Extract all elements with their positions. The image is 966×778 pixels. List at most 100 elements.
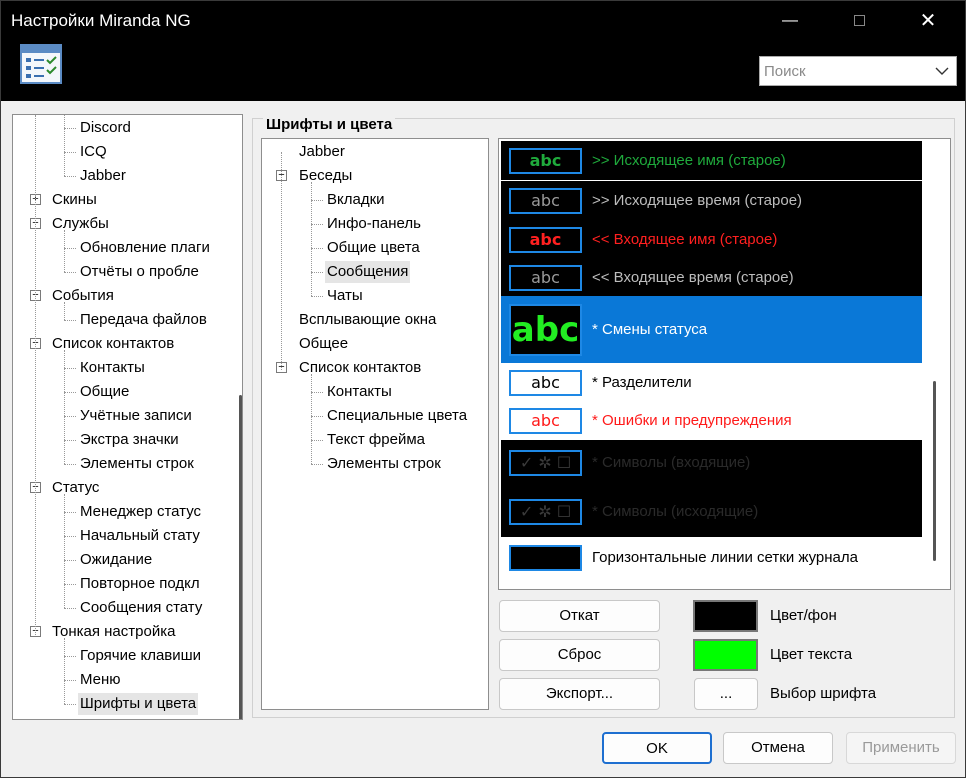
tree-connector bbox=[64, 560, 76, 561]
font-item-label: * Ошибки и предупреждения bbox=[592, 412, 792, 429]
tree-connector bbox=[64, 680, 76, 681]
tree-connector bbox=[311, 296, 323, 297]
font-sample: abc bbox=[509, 408, 582, 434]
font-category-item[interactable]: Общие цвета bbox=[325, 237, 422, 259]
tree-connector bbox=[311, 416, 323, 417]
tree-item[interactable]: ICQ bbox=[78, 141, 109, 163]
tree-item[interactable]: Ожидание bbox=[78, 549, 154, 571]
chevron-down-icon[interactable] bbox=[934, 63, 950, 79]
font-category-item[interactable]: Всплывающие окна bbox=[297, 309, 438, 331]
options-icon bbox=[20, 44, 62, 84]
font-category-item[interactable]: Беседы bbox=[297, 165, 354, 187]
font-list-item[interactable]: abc << Входящее время (старое) bbox=[501, 259, 922, 296]
background-color-swatch[interactable] bbox=[693, 600, 758, 632]
tree-item[interactable]: Начальный стату bbox=[78, 525, 202, 547]
font-sample: abc bbox=[509, 304, 582, 356]
tree-connector bbox=[311, 248, 323, 249]
tree-scrollbar[interactable] bbox=[239, 395, 242, 719]
font-sample: ✓ ✲ ☐ bbox=[509, 499, 582, 525]
tree-connector bbox=[64, 152, 76, 153]
font-list-item[interactable]: abc << Входящее имя (старое) bbox=[501, 220, 922, 259]
tree-item[interactable]: Обновление плаги bbox=[78, 237, 212, 259]
font-list-item[interactable]: ✓ ✲ ☐ * Символы (входящие) bbox=[501, 440, 922, 486]
tree-item[interactable]: Тонкая настройка bbox=[50, 621, 177, 643]
tree-connector bbox=[311, 440, 323, 441]
tree-item[interactable]: Отчёты о пробле bbox=[78, 261, 201, 283]
font-category-tree[interactable]: Jabber − Беседы Вкладки Инфо-панель Общие цве… bbox=[261, 138, 489, 710]
tree-connector bbox=[64, 464, 76, 465]
tree-item[interactable]: Передача файлов bbox=[78, 309, 209, 331]
tree-item[interactable]: Службы bbox=[50, 213, 111, 235]
close-button[interactable]: ✕ bbox=[905, 1, 951, 41]
tree-item[interactable]: Контакты bbox=[78, 357, 147, 379]
options-window: Настройки Miranda NG — ✕ Поиск Discord I… bbox=[0, 0, 966, 778]
reset-button[interactable]: Сброс bbox=[499, 639, 660, 671]
tree-connector bbox=[64, 638, 65, 704]
font-category-item[interactable]: Вкладки bbox=[325, 189, 387, 211]
font-category-item[interactable]: Общее bbox=[297, 333, 350, 355]
font-category-item[interactable]: Специальные цвета bbox=[325, 405, 469, 427]
font-list[interactable]: abc >> Исходящее имя (старое) abc >> Исходя… bbox=[498, 138, 951, 590]
background-color-label: Цвет/фон bbox=[770, 607, 837, 624]
tree-connector bbox=[64, 536, 76, 537]
font-list-scrollbar[interactable] bbox=[933, 381, 936, 561]
font-category-item[interactable]: Контакты bbox=[325, 381, 394, 403]
font-category-item[interactable]: Сообщения bbox=[325, 261, 411, 283]
font-sample bbox=[509, 545, 582, 571]
tree-item[interactable]: Сообщения стату bbox=[78, 597, 204, 619]
search-input[interactable]: Поиск bbox=[764, 63, 806, 80]
font-list-item[interactable]: abc * Ошибки и предупреждения bbox=[501, 401, 922, 440]
tree-item[interactable]: Скины bbox=[50, 189, 99, 211]
cancel-button[interactable]: Отмена bbox=[723, 732, 833, 764]
tree-item[interactable]: Повторное подкл bbox=[78, 573, 202, 595]
tree-item[interactable]: Менеджер статус bbox=[78, 501, 203, 523]
font-list-item[interactable]: abc >> Исходящее время (старое) bbox=[501, 181, 922, 220]
tree-connector bbox=[64, 128, 76, 129]
tree-item[interactable]: Меню bbox=[78, 669, 123, 691]
font-category-item[interactable]: Текст фрейма bbox=[325, 429, 427, 451]
maximize-button[interactable] bbox=[836, 1, 882, 41]
choose-font-button[interactable]: ... bbox=[694, 678, 758, 710]
font-sample: abc bbox=[509, 265, 582, 291]
font-category-item[interactable]: Элементы строк bbox=[325, 453, 443, 475]
font-item-label: * Символы (исходящие) bbox=[592, 503, 759, 520]
tree-item[interactable]: Шрифты и цвета bbox=[78, 693, 199, 715]
font-category-item[interactable]: Инфо-панель bbox=[325, 213, 423, 235]
font-list-item[interactable]: abc * Разделители bbox=[501, 365, 922, 401]
font-list-item[interactable]: ✓ ✲ ☐ * Символы (исходящие) bbox=[501, 486, 922, 537]
revert-button[interactable]: Откат bbox=[499, 600, 660, 632]
apply-button[interactable]: Применить bbox=[846, 732, 956, 764]
font-category-item[interactable]: Чаты bbox=[325, 285, 365, 307]
tree-connector bbox=[64, 176, 76, 177]
tree-item[interactable]: Элементы строк bbox=[78, 453, 196, 475]
tree-item[interactable]: Учётные записи bbox=[78, 405, 194, 427]
font-list-item[interactable]: Горизонтальные линии сетки журнала bbox=[501, 537, 922, 579]
tree-connector bbox=[64, 230, 65, 272]
minimize-button[interactable]: — bbox=[767, 1, 813, 41]
font-sample: abc bbox=[509, 227, 582, 253]
close-icon: ✕ bbox=[919, 10, 937, 32]
font-list-item[interactable]: abc * Смены статуса bbox=[501, 296, 922, 363]
font-list-item[interactable]: abc >> Исходящее имя (старое) bbox=[501, 141, 922, 180]
tree-item[interactable]: Общие bbox=[78, 381, 131, 403]
tree-item[interactable]: Jabber bbox=[78, 165, 128, 187]
tree-item[interactable]: События bbox=[50, 285, 116, 307]
ok-button[interactable]: OK bbox=[602, 732, 712, 764]
font-sample: abc bbox=[509, 148, 582, 174]
tree-item[interactable]: Discord bbox=[78, 117, 133, 139]
font-sample: ✓ ✲ ☐ bbox=[509, 450, 582, 476]
search-combobox[interactable]: Поиск bbox=[759, 56, 957, 86]
text-color-swatch[interactable] bbox=[693, 639, 758, 671]
font-category-item[interactable]: Список контактов bbox=[297, 357, 423, 379]
tree-connector bbox=[311, 272, 323, 273]
font-item-label: << Входящее имя (старое) bbox=[592, 231, 778, 248]
tree-item[interactable]: Статус bbox=[50, 477, 101, 499]
font-sample: abc bbox=[509, 188, 582, 214]
font-category-item[interactable]: Jabber bbox=[297, 141, 347, 163]
options-tree[interactable]: Discord ICQ Jabber + Скины − Службы Обновление … bbox=[12, 114, 243, 720]
tree-item[interactable]: Горячие клавиши bbox=[78, 645, 203, 667]
tree-connector bbox=[311, 392, 323, 393]
tree-item[interactable]: Список контактов bbox=[50, 333, 176, 355]
export-button[interactable]: Экспорт... bbox=[499, 678, 660, 710]
tree-item[interactable]: Экстра значки bbox=[78, 429, 181, 451]
